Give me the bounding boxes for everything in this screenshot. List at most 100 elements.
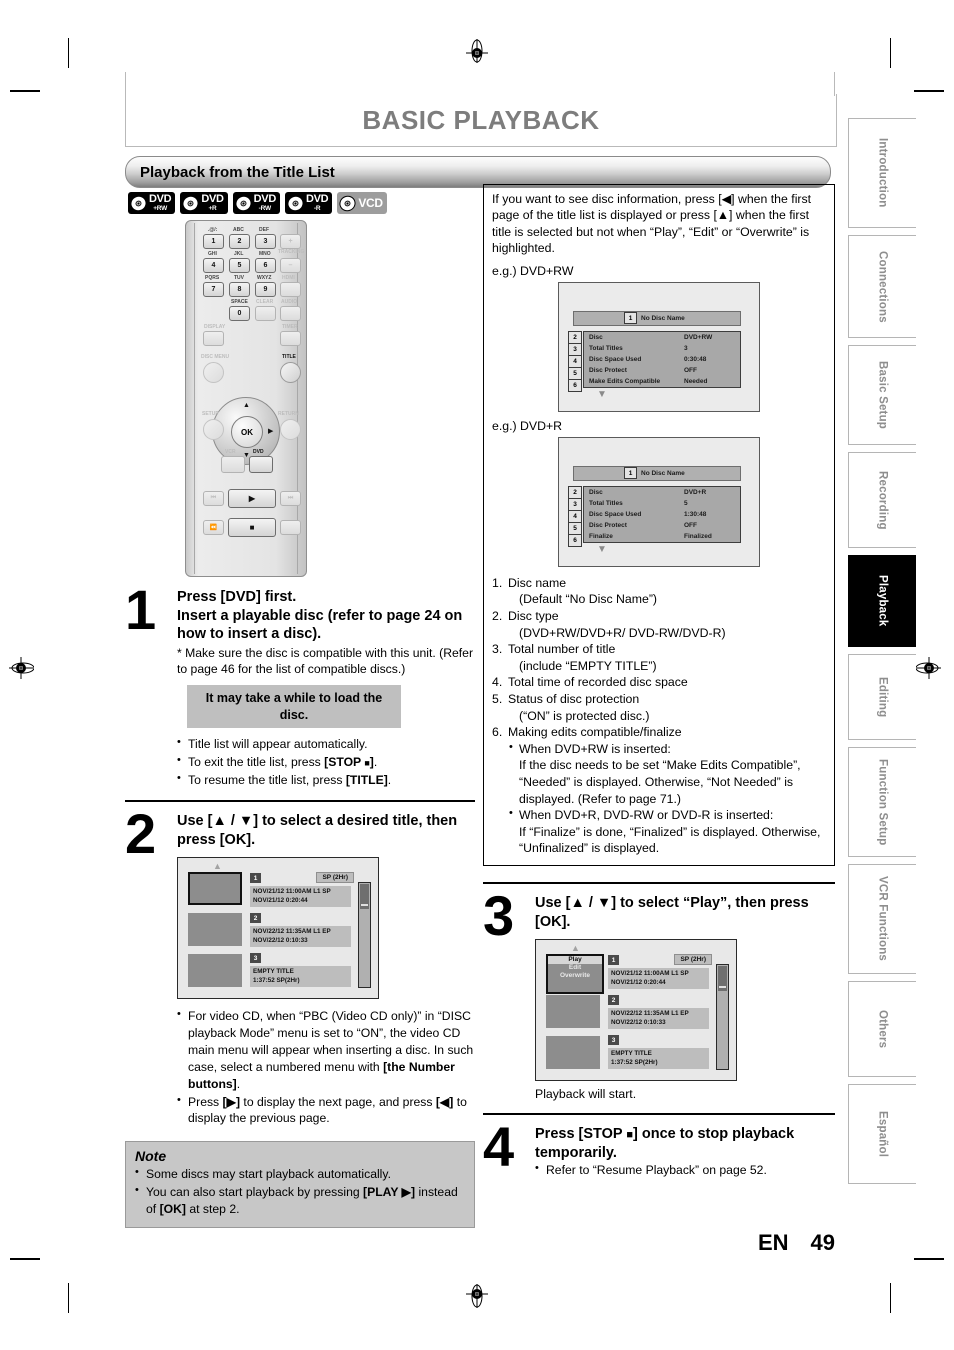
return-label: RETURN: [278, 411, 299, 417]
note-heading: Note: [135, 1148, 167, 1165]
number-button-4[interactable]: 4: [203, 258, 224, 273]
page-title: BASIC PLAYBACK: [125, 94, 837, 147]
step-2-title: Use [▲ / ▼] to select a desired title, t…: [177, 813, 458, 848]
page-number: 49: [810, 1230, 835, 1255]
dpad-up-icon[interactable]: ▲: [243, 402, 250, 409]
skip-previous-button[interactable]: ⏮: [203, 491, 224, 506]
sidebar-item-recording[interactable]: Recording: [848, 452, 916, 548]
scrollbar[interactable]: [358, 882, 371, 989]
number-button-0[interactable]: 0: [229, 306, 250, 321]
clear-button[interactable]: [255, 306, 276, 321]
table-row: Disc DVD+R: [589, 488, 707, 496]
hdmi-button[interactable]: [280, 282, 301, 297]
number-button-1[interactable]: 1: [203, 234, 224, 249]
return-button[interactable]: [280, 419, 301, 440]
language-code: EN: [757, 1230, 789, 1255]
number-button-6[interactable]: 6: [255, 258, 276, 273]
scrollbar-thumb[interactable]: [718, 966, 727, 992]
rewind-button[interactable]: ⏪: [203, 520, 224, 535]
tracking-minus-button[interactable]: –: [280, 258, 301, 273]
number-button-2[interactable]: 2: [229, 234, 250, 249]
title-thumbnail-3[interactable]: [546, 1036, 600, 1070]
number-button-8[interactable]: 8: [229, 282, 250, 297]
number-button-9[interactable]: 9: [255, 282, 276, 297]
number-button-3[interactable]: 3: [255, 234, 276, 249]
key-label-5: JKL: [234, 251, 244, 257]
play-button[interactable]: ▶: [228, 489, 276, 508]
title-thumbnail-3[interactable]: [188, 954, 242, 988]
forward-button[interactable]: [280, 520, 301, 535]
crop-mark-tl-v: [68, 38, 69, 68]
title-number-3: 3: [608, 1035, 619, 1046]
step-1: 1 Press [DVD] first. Insert a playable d…: [125, 582, 475, 788]
stop-button[interactable]: ■: [228, 518, 276, 537]
title-list-screen-with-menu: ▲ Play Edit Overwrite 1 SP (2Hr) NOV/21/…: [535, 939, 737, 1082]
callout-tag-3: 3: [568, 342, 582, 355]
audio-label: AUDIO: [281, 299, 298, 305]
sidebar-item-introduction[interactable]: Introduction: [848, 118, 916, 228]
key-label-1: .@/:: [208, 227, 218, 233]
note-list: Some discs may start playback automatica…: [135, 1165, 465, 1217]
key-label-8: TUV: [234, 275, 244, 281]
disc-menu-label: DISC MENU: [201, 354, 230, 360]
sidebar-item-others[interactable]: Others: [848, 981, 916, 1077]
disc-menu-button[interactable]: [203, 362, 224, 383]
scrollbar[interactable]: [716, 964, 729, 1071]
number-button-7[interactable]: 7: [203, 282, 224, 297]
tracking-plus-button[interactable]: +: [280, 234, 301, 249]
sidebar-item-espanol[interactable]: Español: [848, 1084, 916, 1184]
sidebar-item-vcr-functions[interactable]: VCR Functions: [848, 864, 916, 974]
sidebar-item-editing[interactable]: Editing: [848, 654, 916, 740]
disc-icon: [235, 195, 252, 212]
title-thumbnail-1[interactable]: [188, 872, 242, 906]
disc-information-text: If you want to see disc information, pre…: [492, 192, 812, 256]
menu-item-play[interactable]: Play: [548, 956, 602, 965]
scrollbar-thumb[interactable]: [360, 884, 369, 910]
dpad-right-icon[interactable]: ▶: [268, 427, 273, 435]
key-label-6: MNO: [259, 251, 271, 257]
osd-disc-info-dvd-plus-r: 1 No Disc Name 2 3 4 5 6 Disc DVD+R Total…: [558, 436, 760, 567]
title-context-menu[interactable]: Play Edit Overwrite: [546, 954, 604, 995]
number-button-5[interactable]: 5: [229, 258, 250, 273]
table-row: Finalize Finalized: [589, 532, 712, 540]
hdmi-label: HDMI: [282, 275, 295, 281]
timer-button[interactable]: [280, 331, 301, 346]
title-thumbnail-2[interactable]: [188, 913, 242, 947]
list-item: 2. Disc type (DVD+RW/DVD+R/ DVD-RW/DVD-R): [492, 609, 726, 640]
display-label: DISPLAY: [204, 324, 226, 330]
legend-6-sublist: When DVD+RW is inserted:If the disc need…: [508, 740, 826, 857]
step-4-bullets: Refer to “Resume Playback” on page 52.: [535, 1161, 835, 1179]
disc-badge-label: DVD -R: [305, 193, 329, 212]
registration-mark-left: [8, 655, 34, 681]
title-thumbnail-2[interactable]: [546, 995, 600, 1029]
vcr-label: VCR: [225, 449, 236, 455]
sidebar-item-function-setup[interactable]: Function Setup: [848, 747, 916, 857]
setup-button[interactable]: [203, 419, 224, 440]
vcr-button[interactable]: [221, 456, 245, 473]
disc-name-field: 1 No Disc Name: [573, 310, 741, 326]
sidebar-item-playback[interactable]: Playback: [848, 555, 916, 647]
disc-badge-dvd-plus-rw: DVD +RW: [128, 192, 176, 214]
ok-button[interactable]: OK: [231, 416, 263, 448]
dvd-button[interactable]: [249, 456, 273, 473]
sidebar-item-connections[interactable]: Connections: [848, 235, 916, 338]
step-3: 3 Use [▲ / ▼] to select “Play”, then pre…: [483, 887, 835, 1101]
title-button[interactable]: [280, 362, 301, 383]
sidebar-item-basic-setup[interactable]: Basic Setup: [848, 345, 916, 445]
frame-rule-right: [834, 72, 835, 96]
callout-tag-1: 1: [624, 312, 637, 325]
menu-item-overwrite[interactable]: Overwrite: [548, 972, 602, 980]
record-mode-badge: SP (2Hr): [316, 872, 354, 884]
display-button[interactable]: [203, 331, 224, 346]
menu-item-edit[interactable]: Edit: [548, 964, 602, 972]
title-info-3: EMPTY TITLE 1:37:52 SP(2Hr): [608, 1048, 709, 1070]
audio-button[interactable]: [280, 306, 301, 321]
table-row: Disc Space Used 0:30:48: [589, 355, 707, 363]
remote-control-illustration: .@/: ABC DEF 1 2 3 GHI JKL MNO 4 5 6 PQR…: [185, 220, 307, 577]
skip-next-button[interactable]: ⏭: [280, 491, 301, 506]
registration-mark-top: [464, 38, 490, 64]
timer-label: TIMER: [282, 324, 298, 330]
key-label-2: ABC: [233, 227, 244, 233]
crop-mark-br-h: [914, 1258, 944, 1260]
list-item: When DVD+RW is inserted:If the disc need…: [508, 740, 826, 807]
